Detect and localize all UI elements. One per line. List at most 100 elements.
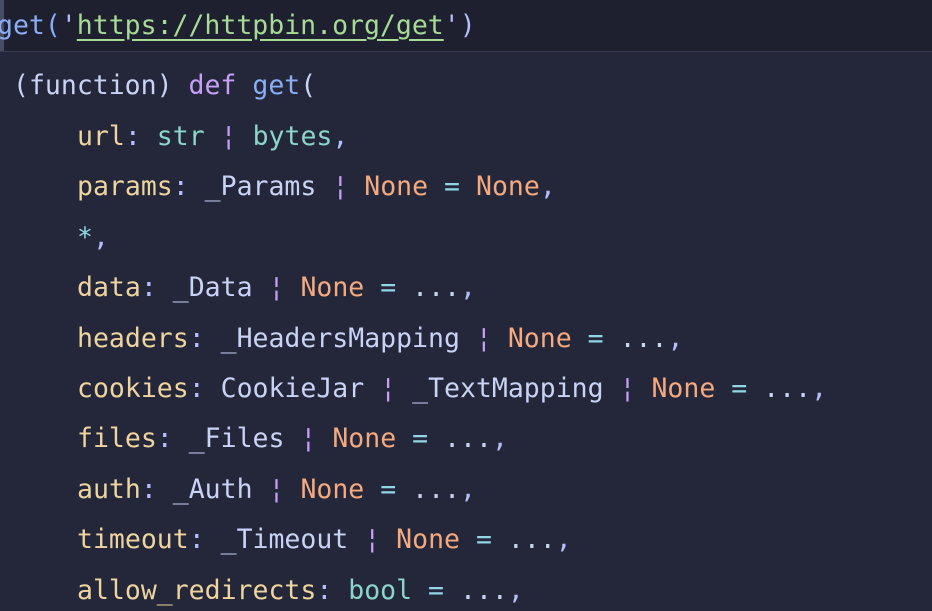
quote-open: ' <box>60 10 77 41</box>
parameter-line: data: _Data ¦ None = ..., <box>77 268 476 308</box>
equals-sign: = <box>475 524 492 556</box>
equals-sign: = <box>380 473 397 505</box>
union-pipe: ¦ <box>300 423 317 455</box>
union-pipe: ¦ <box>364 524 381 556</box>
parameter-type: None <box>300 272 365 304</box>
trailing-comma: , <box>555 524 572 556</box>
equals-sign: = <box>444 171 461 203</box>
parameter-type: None <box>332 423 397 455</box>
parameter-type: CookieJar <box>220 373 365 404</box>
trailing-comma: , <box>92 221 109 253</box>
parameter-default: ... <box>619 322 668 354</box>
parameter-type: None <box>364 171 429 203</box>
union-pipe: ¦ <box>380 373 397 404</box>
parameter-line: auth: _Auth ¦ None = ..., <box>77 470 476 510</box>
parameter-name: * <box>77 221 93 253</box>
parameter-type: str <box>156 121 205 152</box>
union-pipe: ¦ <box>475 322 492 354</box>
parameter-type: None <box>396 524 460 556</box>
def-keyword: def <box>188 70 237 101</box>
parameter-default: ... <box>444 423 492 455</box>
union-pipe: ¦ <box>332 171 349 203</box>
function-name: get <box>252 70 301 101</box>
signature-header: (function) def get( <box>13 66 316 106</box>
parameter-colon: : <box>172 171 205 203</box>
parameter-name: headers <box>77 322 189 354</box>
editor-code-line[interactable]: get('https://httpbin.org/get') <box>0 0 932 52</box>
url-link[interactable]: https://httpbin.org/get <box>77 10 444 41</box>
trailing-comma: , <box>460 272 477 304</box>
parameter-name: params <box>77 171 173 203</box>
trailing-comma: , <box>491 423 508 455</box>
parameter-line: timeout: _Timeout ¦ None = ..., <box>77 520 572 560</box>
parameter-default: ... <box>763 373 812 404</box>
parameter-default: ... <box>412 272 461 304</box>
parameter-line: params: _Params ¦ None = None, <box>77 167 556 207</box>
parameter-line: headers: _HeadersMapping ¦ None = ..., <box>77 319 683 359</box>
parameter-type: None <box>300 473 365 505</box>
union-pipe: ¦ <box>268 473 285 505</box>
parameter-colon: : <box>156 423 189 455</box>
trailing-comma: , <box>539 171 556 203</box>
parameter-name: auth <box>77 473 141 505</box>
parameter-type: _Auth <box>172 473 253 505</box>
parameter-type: bool <box>348 574 413 606</box>
parameter-colon: : <box>188 373 221 404</box>
equals-sign: = <box>380 272 397 304</box>
parameter-type: None <box>651 373 716 404</box>
trailing-comma: , <box>507 574 524 606</box>
parameter-line: allow_redirects: bool = ..., <box>77 571 524 611</box>
equals-sign: = <box>587 322 604 354</box>
parameter-line: cookies: CookieJar ¦ _TextMapping ¦ None… <box>77 369 827 409</box>
parameter-colon: : <box>188 524 221 556</box>
parameter-type: bytes <box>252 121 333 152</box>
parameter-name: files <box>77 423 157 455</box>
trailing-comma: , <box>811 373 828 404</box>
parameter-type: _TextMapping <box>412 373 604 404</box>
parameter-type: _HeadersMapping <box>220 322 460 354</box>
parameter-line: *, <box>77 218 109 258</box>
parameter-colon: : <box>316 574 349 606</box>
parameter-line: url: str ¦ bytes, <box>77 117 348 157</box>
call-suffix: ) <box>459 10 476 41</box>
parameter-default: None <box>475 171 540 203</box>
parameter-colon: : <box>188 322 221 354</box>
parameter-name: allow_redirects <box>77 574 317 606</box>
parameter-colon: : <box>124 121 157 152</box>
open-paren: ( <box>300 70 317 101</box>
parameter-colon: : <box>140 272 173 304</box>
parameter-name: url <box>77 121 125 152</box>
union-pipe: ¦ <box>220 121 237 152</box>
code-text[interactable]: get('https://httpbin.org/get') <box>0 7 476 45</box>
equals-sign: = <box>428 574 445 606</box>
parameter-type: _Data <box>172 272 253 304</box>
trailing-comma: , <box>332 121 349 152</box>
call-prefix: get( <box>0 10 61 41</box>
parameter-default: ... <box>459 574 508 606</box>
equals-sign: = <box>412 423 429 455</box>
